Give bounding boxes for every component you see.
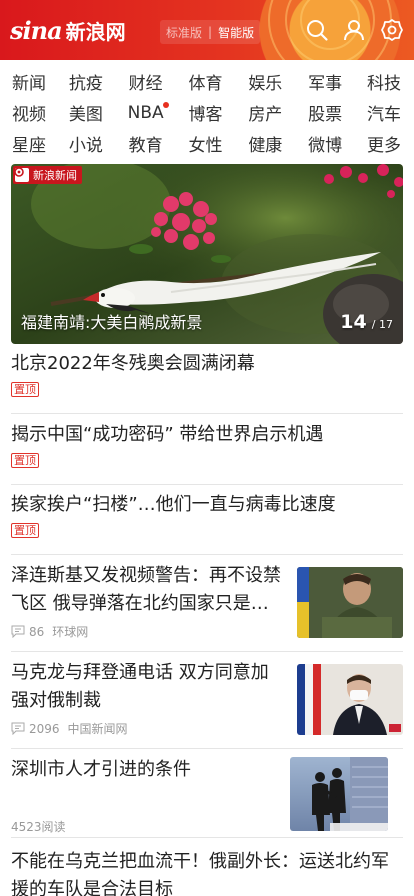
category-entertainment[interactable]: 娱乐 [245, 69, 285, 94]
version-toggle: 标准版 | 智能版 [160, 20, 261, 44]
news-item[interactable]: 不能在乌克兰把血流干！俄副外长：运送北约军援的车队是合法目标 [11, 848, 403, 896]
hero-caption: 福建南靖:大美白鹇成新景 [21, 313, 203, 332]
slide-total: / 17 [371, 318, 393, 331]
news-title: 泽连斯基又发视频警告：再不设禁飞区 俄导弹落在北约国家只是… [11, 565, 281, 614]
category-nav: 新闻 抗疫 财经 体育 娱乐 军事 科技 视频 美图 NBA 博客 房产 股票 … [0, 66, 414, 159]
read-count: 4523阅读 [11, 820, 66, 834]
category-realestate[interactable]: 房产 [245, 100, 285, 125]
news-title: 挨家挨户“扫楼”…他们一直与病毒比速度 [11, 494, 336, 515]
slide-counter: 14 / 17 [340, 311, 393, 333]
news-title: 不能在乌克兰把血流干！俄副外长：运送北约军援的车队是合法目标 [11, 851, 389, 896]
category-women[interactable]: 女性 [185, 131, 225, 156]
category-education[interactable]: 教育 [126, 131, 166, 156]
pinned-badge: 置顶 [11, 523, 39, 538]
version-separator: | [208, 25, 213, 39]
source-tag-label: 新浪新闻 [33, 169, 77, 182]
news-meta: 4523阅读 [11, 818, 66, 835]
category-military[interactable]: 军事 [305, 69, 345, 94]
category-row: 视频 美图 NBA 博客 房产 股票 汽车 [0, 97, 414, 128]
news-thumbnail [297, 664, 403, 735]
category-news[interactable]: 新闻 [12, 69, 46, 94]
header-decoration [268, 0, 392, 60]
category-sports[interactable]: 体育 [185, 69, 225, 94]
sina-mini-logo-icon [14, 167, 29, 182]
category-nba-label: NBA [127, 102, 164, 123]
category-more[interactable]: 更多 [365, 131, 401, 156]
comment-icon [11, 722, 25, 735]
category-tech[interactable]: 科技 [365, 69, 401, 94]
news-meta: 86 环球网 [11, 623, 88, 640]
news-title: 揭示中国“成功密码” 带给世界启示机遇 [11, 424, 324, 445]
source-tag: 新浪新闻 [13, 166, 82, 184]
news-item[interactable]: 挨家挨户“扫楼”…他们一直与病毒比速度 置顶 [11, 491, 403, 555]
news-title: 马克龙与拜登通电话 双方同意加强对俄制裁 [11, 662, 269, 711]
sina-logo[interactable]: sina 新浪网 [10, 13, 126, 47]
category-row: 星座 小说 教育 女性 健康 微博 更多 [0, 128, 414, 159]
settings-icon[interactable] [380, 18, 404, 42]
news-item[interactable]: 泽连斯基又发视频警告：再不设禁飞区 俄导弹落在北约国家只是… 86 环球网 [11, 562, 403, 652]
hero-carousel[interactable]: 新浪新闻 福建南靖:大美白鹇成新景 14 / 17 [11, 164, 403, 344]
category-stocks[interactable]: 股票 [305, 100, 345, 125]
pinned-badge: 置顶 [11, 382, 39, 397]
news-source: 环球网 [52, 625, 89, 639]
category-video[interactable]: 视频 [12, 100, 46, 125]
category-antiepidemic[interactable]: 抗疫 [66, 69, 106, 94]
category-astrology[interactable]: 星座 [12, 131, 46, 156]
news-source: 中国新闻网 [67, 722, 128, 736]
news-item[interactable]: 北京2022年冬残奥会圆满闭幕 置顶 [11, 350, 403, 414]
search-icon[interactable] [305, 18, 329, 42]
news-title: 北京2022年冬残奥会圆满闭幕 [11, 353, 255, 374]
news-item[interactable]: 深圳市人才引进的条件 4523阅读 [11, 756, 403, 838]
news-thumbnail [297, 567, 403, 638]
category-blog[interactable]: 博客 [185, 100, 225, 125]
comment-count: 86 [29, 624, 45, 639]
logo-cn-text: 新浪网 [65, 19, 126, 44]
category-novels[interactable]: 小说 [66, 131, 106, 156]
category-health[interactable]: 健康 [245, 131, 285, 156]
news-item[interactable]: 揭示中国“成功密码” 带给世界启示机遇 置顶 [11, 421, 403, 485]
comment-count: 2096 [29, 721, 60, 736]
category-row: 新闻 抗疫 财经 体育 娱乐 军事 科技 [0, 66, 414, 97]
news-thumbnail [290, 757, 388, 831]
pinned-badge: 置顶 [11, 453, 39, 468]
category-nba[interactable]: NBA [126, 101, 169, 123]
category-auto[interactable]: 汽车 [365, 100, 401, 125]
slide-current: 14 [340, 311, 367, 333]
comment-icon [11, 625, 25, 638]
user-icon[interactable] [342, 18, 366, 42]
standard-version-link[interactable]: 标准版 [166, 24, 202, 41]
news-item[interactable]: 马克龙与拜登通电话 双方同意加强对俄制裁 2096 中国新闻网 [11, 659, 403, 749]
smart-version-link[interactable]: 智能版 [218, 24, 254, 41]
top-header: sina 新浪网 标准版 | 智能版 [0, 0, 414, 60]
news-meta: 2096 中国新闻网 [11, 720, 128, 737]
category-finance[interactable]: 财经 [126, 69, 166, 94]
category-photos[interactable]: 美图 [66, 100, 106, 125]
category-weibo[interactable]: 微博 [305, 131, 345, 156]
logo-sina-text: sina [10, 15, 63, 45]
new-dot-badge [162, 101, 169, 108]
